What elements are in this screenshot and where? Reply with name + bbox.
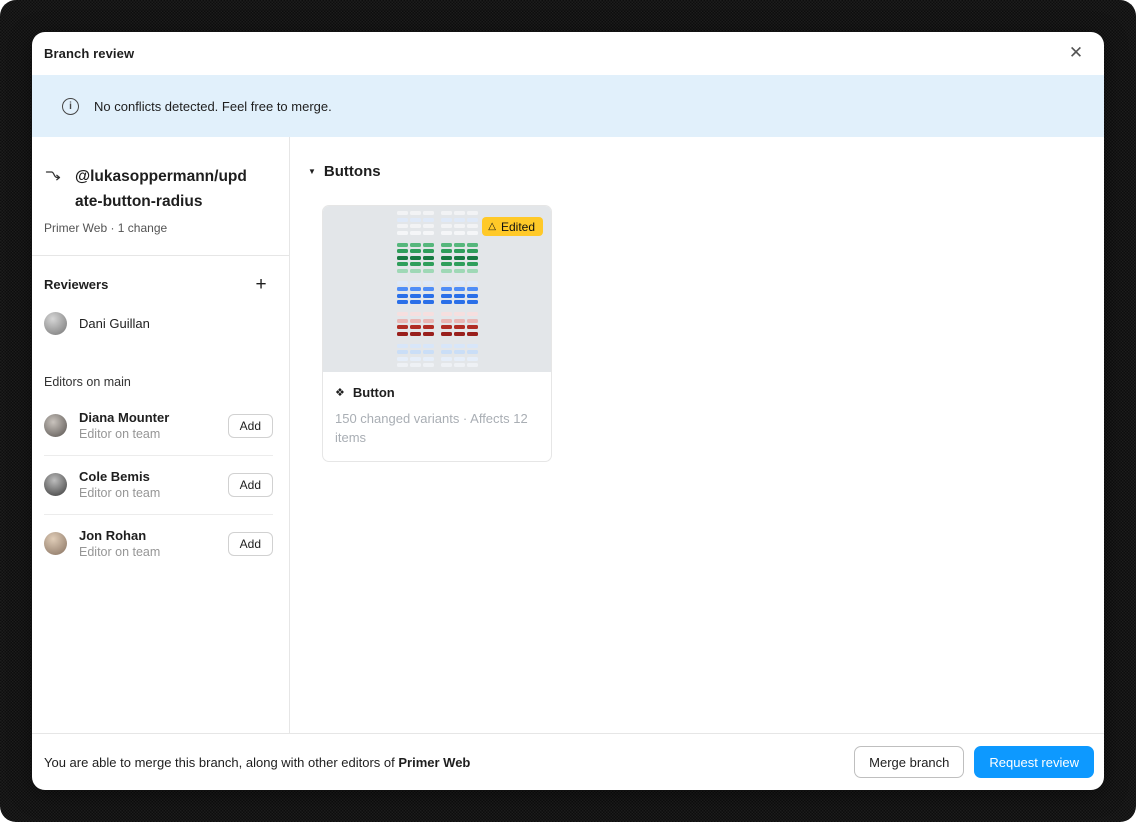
add-editor-button[interactable]: Add [228, 532, 273, 556]
warning-icon: △ [488, 221, 496, 232]
editor-role: Editor on team [79, 486, 160, 500]
dialog-titlebar: Branch review ✕ [32, 32, 1104, 75]
close-icon[interactable]: ✕ [1062, 40, 1090, 68]
branch-review-dialog: Branch review ✕ i No conflicts detected.… [32, 32, 1104, 790]
merge-branch-button[interactable]: Merge branch [854, 746, 964, 778]
footer-message-project: Primer Web [398, 755, 470, 770]
footer-message: You are able to merge this branch, along… [44, 755, 470, 770]
sidebar-divider [32, 255, 289, 256]
component-icon: ❖ [335, 386, 345, 399]
editor-row: Jon Rohan Editor on team Add [44, 514, 273, 573]
add-reviewer-button[interactable]: + [249, 272, 273, 296]
avatar [44, 312, 67, 335]
footer-actions: Merge branch Request review [854, 746, 1094, 778]
branch-name: @lukasoppermann/update-button-radius [75, 164, 251, 214]
branch-meta: Primer Web · 1 change [44, 221, 273, 235]
edited-badge-label: Edited [501, 220, 535, 234]
sidebar: @lukasoppermann/update-button-radius Pri… [32, 137, 290, 733]
reviewers-heading: Reviewers [44, 277, 108, 292]
editor-name: Diana Mounter [79, 410, 169, 425]
footer-message-text: You are able to merge this branch, along… [44, 755, 398, 770]
card-title: Button [353, 385, 395, 400]
screenshot-background: Branch review ✕ i No conflicts detected.… [0, 0, 1136, 822]
card-footer: ❖ Button 150 changed variants · Affects … [323, 372, 551, 461]
footer: You are able to merge this branch, along… [32, 733, 1104, 790]
section-header-buttons[interactable]: ▼ Buttons [308, 163, 381, 180]
card-thumbnail-grid [397, 211, 478, 367]
dialog-title: Branch review [44, 46, 134, 61]
request-review-button[interactable]: Request review [974, 746, 1094, 778]
reviewer-row: Dani Guillan [44, 312, 273, 335]
info-banner: i No conflicts detected. Feel free to me… [32, 75, 1104, 137]
editors-heading: Editors on main [44, 375, 273, 389]
add-editor-button[interactable]: Add [228, 473, 273, 497]
change-card-button[interactable]: △ Edited ❖ Button 150 changed variants ·… [322, 205, 552, 462]
edited-badge: △ Edited [482, 217, 543, 236]
editor-row: Diana Mounter Editor on team Add [44, 397, 273, 455]
editor-name: Jon Rohan [79, 528, 160, 543]
avatar [44, 473, 67, 496]
reviewer-name: Dani Guillan [79, 316, 150, 331]
card-description: 150 changed variants · Affects 12 items [335, 409, 539, 447]
editor-role: Editor on team [79, 427, 169, 441]
avatar [44, 532, 67, 555]
card-thumbnail: △ Edited [323, 206, 551, 372]
chevron-down-icon: ▼ [308, 167, 316, 176]
banner-text: No conflicts detected. Feel free to merg… [94, 99, 332, 114]
editor-row: Cole Bemis Editor on team Add [44, 455, 273, 514]
avatar [44, 414, 67, 437]
reviewers-header: Reviewers + [44, 272, 273, 296]
info-icon: i [62, 98, 79, 115]
dialog-body: @lukasoppermann/update-button-radius Pri… [32, 137, 1104, 733]
add-editor-button[interactable]: Add [228, 414, 273, 438]
editor-name: Cole Bemis [79, 469, 160, 484]
editor-role: Editor on team [79, 545, 160, 559]
branch-header: @lukasoppermann/update-button-radius [44, 164, 273, 214]
section-label: Buttons [324, 163, 381, 180]
main-panel: ▼ Buttons △ Edited ❖ Button [290, 137, 1104, 733]
branch-icon [44, 167, 64, 190]
editors-list: Diana Mounter Editor on team Add Cole Be… [44, 397, 273, 573]
